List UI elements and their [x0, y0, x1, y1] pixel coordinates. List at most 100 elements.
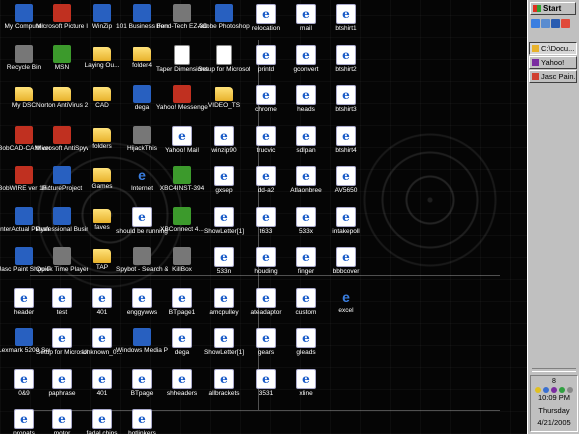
- web-page-icon: [52, 287, 72, 308]
- web-page-icon: [132, 287, 152, 308]
- web-page-icon: [336, 4, 356, 24]
- paintshop-icon: [532, 73, 539, 80]
- tray-divider: [532, 368, 576, 372]
- ie-icon[interactable]: [531, 19, 540, 28]
- spybot-icon: [133, 247, 151, 265]
- web-page-icon: [172, 368, 192, 389]
- web-page-icon: [92, 328, 112, 348]
- web-page-icon: [132, 368, 152, 389]
- task-button-jasc[interactable]: Jasc Pain...: [529, 70, 577, 83]
- web-page-icon: [14, 409, 34, 429]
- killbox-icon: [173, 247, 191, 265]
- folder-icon: [93, 127, 111, 142]
- task-label: Jasc Pain...: [541, 72, 577, 81]
- system-tray: 8 10:09 PM Thursday 4/21/2005: [530, 375, 578, 432]
- web-page-icon: [256, 287, 276, 308]
- web-page-icon: [296, 206, 316, 227]
- internet-icon: e: [138, 167, 146, 183]
- tray-count: 8: [552, 378, 556, 385]
- xbc-icon: [173, 166, 191, 184]
- yahoo-icon: [532, 59, 539, 66]
- web-page-icon: [214, 206, 234, 227]
- media-player-icon: [133, 328, 151, 346]
- task-label: C:\Docu...: [541, 44, 575, 53]
- start-button[interactable]: Start: [530, 2, 576, 15]
- desktop-icon-label: btshirt1: [335, 25, 357, 32]
- msn-icon: [53, 44, 71, 63]
- interactual-icon: [15, 206, 33, 225]
- web-page-icon: [296, 247, 316, 267]
- picture-it-icon: [53, 4, 71, 22]
- setup-icon: [52, 328, 72, 348]
- desktop-icon[interactable]: xline: [280, 368, 332, 409]
- web-page-icon: [132, 206, 152, 227]
- desktop-icon[interactable]: hotlinkers: [116, 409, 168, 434]
- outlook-icon[interactable]: [541, 19, 550, 28]
- clock-time[interactable]: 10:09 PM: [531, 393, 577, 402]
- web-page-icon: [172, 125, 192, 146]
- web-page-icon: [214, 368, 234, 389]
- web-page-icon: [336, 206, 356, 227]
- web-page-icon: [256, 247, 276, 267]
- task-button-explorer[interactable]: C:\Docu...: [529, 42, 577, 55]
- desktop-icon[interactable]: btshirt2: [320, 44, 372, 85]
- web-page-icon: [214, 328, 234, 348]
- web-page-icon: [214, 287, 234, 308]
- show-desktop-icon[interactable]: [551, 19, 560, 28]
- web-page-icon: [92, 287, 112, 308]
- bendtech-icon: [173, 4, 191, 22]
- web-page-icon: [52, 368, 72, 389]
- web-page-icon: [256, 44, 276, 65]
- bobcad-icon: [15, 125, 33, 144]
- desktop-icon[interactable]: gleads: [280, 328, 332, 368]
- desktop-icon[interactable]: btshirt1: [320, 4, 372, 44]
- desktop-icon[interactable]: btshirt3: [320, 85, 372, 125]
- web-page-icon: [296, 328, 316, 348]
- folder-icon: [93, 168, 111, 182]
- desktop-icon-label: intakepoll: [332, 227, 360, 235]
- taskbar: Start C:\Docu... Yahoo! Jasc Pain... 8 1…: [527, 0, 579, 434]
- web-page-icon: [296, 166, 316, 186]
- web-page-icon: [296, 368, 316, 389]
- desktop-icon-label: gleads: [296, 349, 316, 356]
- setup-icon: [216, 44, 232, 65]
- folder-icon: [15, 87, 33, 101]
- desktop-icon-label: btshirt4: [335, 146, 357, 154]
- web-page-icon: [336, 125, 356, 146]
- yahoo-messenger-icon: [173, 85, 191, 103]
- desktop-icon-label: hotlinkers: [128, 430, 156, 434]
- web-page-icon: [336, 44, 356, 65]
- desktop-icon-label: xline: [299, 389, 313, 397]
- photoshop-icon: [215, 4, 233, 22]
- web-page-icon: [336, 85, 356, 105]
- task-button-yahoo[interactable]: Yahoo!: [529, 56, 577, 69]
- media-icon[interactable]: [561, 19, 570, 28]
- web-page-icon: [296, 85, 316, 105]
- web-page-icon: [132, 409, 152, 429]
- desktop-icon[interactable]: intakepoll: [320, 206, 372, 247]
- desktop[interactable]: My Computer Recycle Bin My DSC BobCAD-CAM v…: [0, 0, 527, 434]
- taper-icon: [174, 44, 190, 65]
- xbconnect-icon: [173, 206, 191, 225]
- bobwire-icon: [15, 166, 33, 184]
- desktop-icon[interactable]: btshirt4: [320, 125, 372, 166]
- desktop-icon-label: AV5650: [334, 187, 358, 194]
- web-page-icon: [336, 166, 356, 186]
- clock-day: Thursday: [538, 406, 570, 415]
- desktop-icon[interactable]: bbbcover: [320, 247, 372, 287]
- desktop-icon[interactable]: e excel: [320, 288, 372, 328]
- desktop-icon[interactable]: AV5650: [320, 166, 372, 206]
- web-page-icon: [52, 409, 72, 429]
- winzip-icon: [93, 4, 111, 22]
- web-page-icon: [336, 247, 356, 267]
- web-page-icon: [296, 125, 316, 146]
- paintshop-icon: [15, 247, 33, 265]
- quick-launch: [531, 19, 570, 28]
- task-label: Yahoo!: [541, 58, 565, 67]
- web-page-icon: [14, 368, 34, 389]
- windows-flag-icon: [533, 5, 541, 12]
- folder-icon: [215, 87, 233, 101]
- folder-icon: [133, 46, 151, 61]
- quicktime-icon: [53, 247, 71, 265]
- web-page-icon: [14, 287, 34, 308]
